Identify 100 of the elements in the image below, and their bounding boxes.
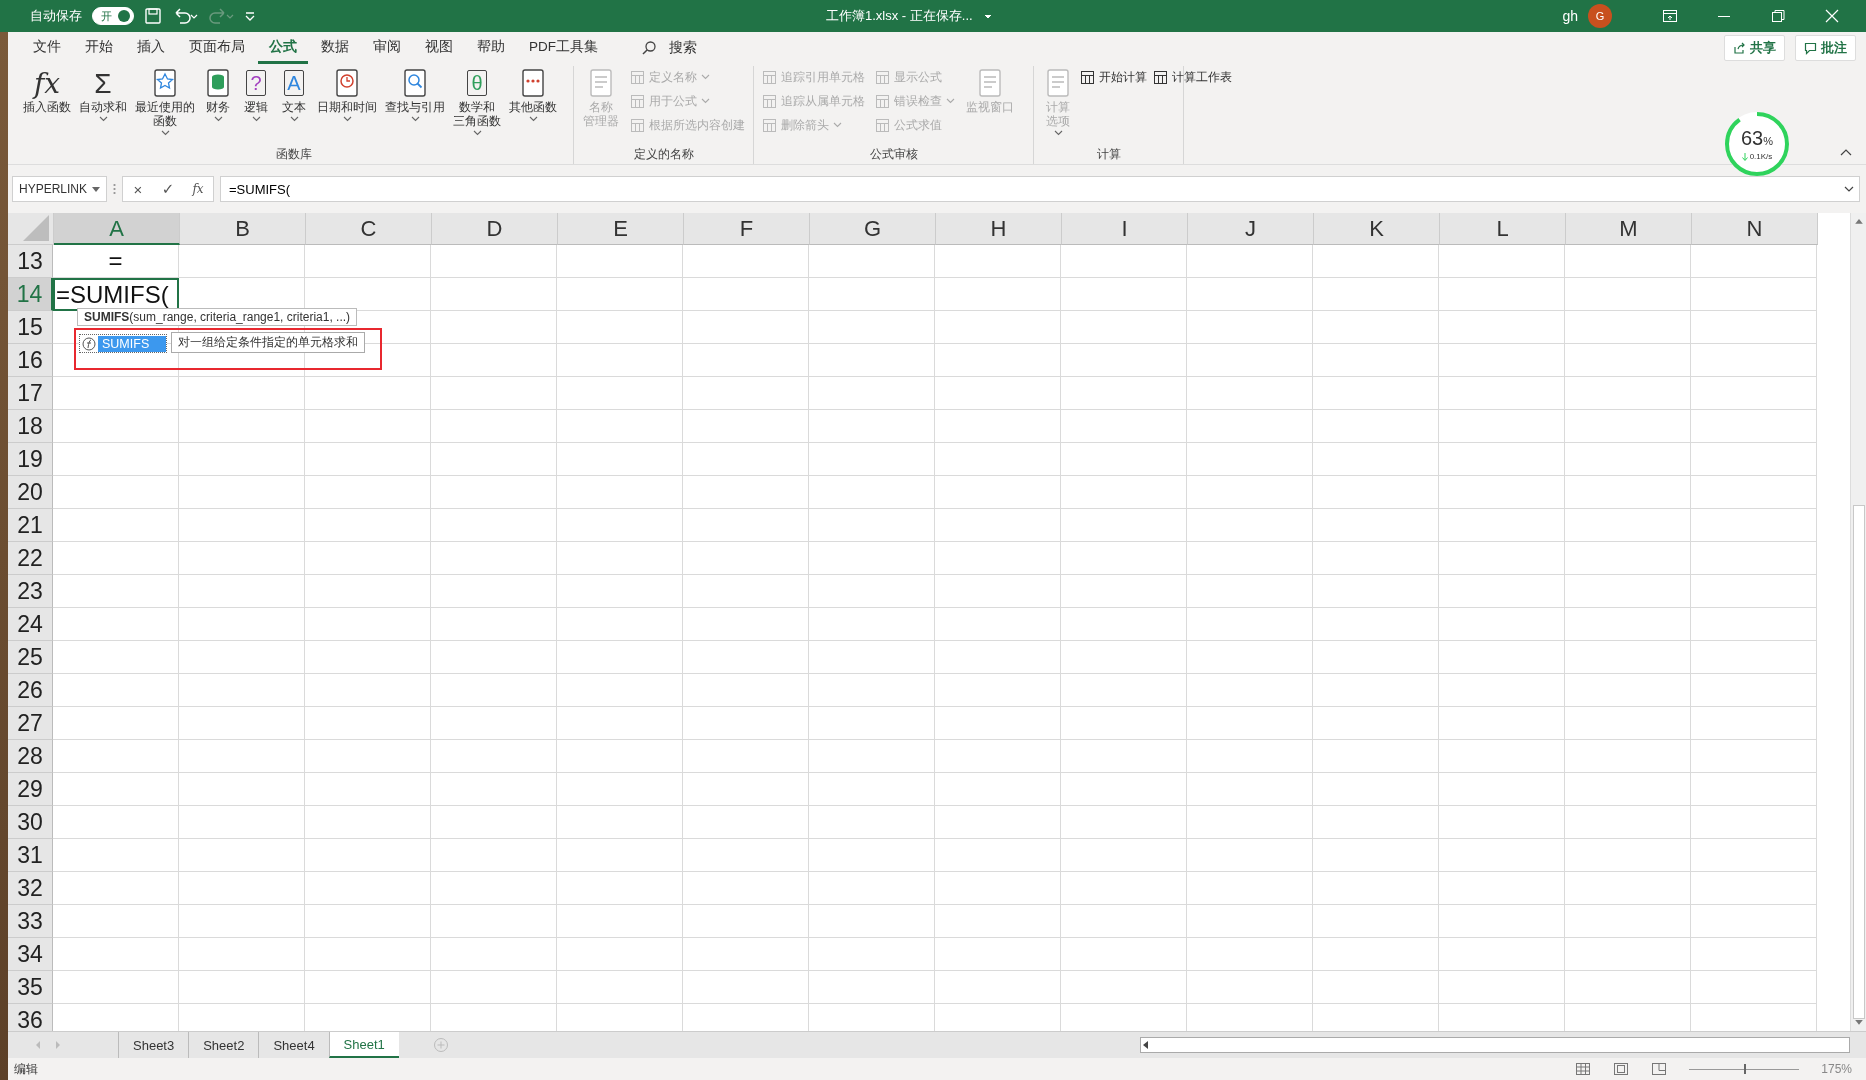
grid-cell[interactable]	[305, 410, 431, 443]
grid-cell[interactable]	[683, 806, 809, 839]
grid-cell[interactable]	[53, 509, 179, 542]
grid-cell[interactable]	[1187, 938, 1313, 971]
menu-tab[interactable]: 审阅	[362, 32, 412, 64]
page-break-icon[interactable]	[1651, 1062, 1668, 1076]
grid-cell[interactable]	[305, 905, 431, 938]
grid-cell[interactable]	[683, 278, 809, 311]
grid-cell[interactable]	[179, 674, 305, 707]
grid-cell[interactable]	[809, 905, 935, 938]
grid-cell[interactable]	[935, 971, 1061, 1004]
grid-cell[interactable]	[1691, 872, 1817, 905]
grid-cell[interactable]	[1061, 278, 1187, 311]
grid-cell[interactable]	[1313, 278, 1439, 311]
grid-cell[interactable]	[557, 773, 683, 806]
grid-cell[interactable]	[1691, 575, 1817, 608]
grid-cell[interactable]	[1439, 905, 1565, 938]
grid-cell[interactable]	[179, 509, 305, 542]
grid-cell[interactable]	[305, 971, 431, 1004]
normal-view-icon[interactable]	[1575, 1062, 1592, 1076]
grid-cell[interactable]	[1187, 905, 1313, 938]
grid-cell[interactable]	[1187, 245, 1313, 278]
grid-cell[interactable]	[1061, 509, 1187, 542]
grid-cell[interactable]	[1313, 443, 1439, 476]
grid-cell[interactable]	[1691, 839, 1817, 872]
grid-cell[interactable]	[1313, 542, 1439, 575]
column-header[interactable]: M	[1566, 213, 1692, 245]
close-icon[interactable]	[1824, 8, 1840, 24]
row-header[interactable]: 17	[8, 377, 53, 410]
grid-cell[interactable]	[809, 476, 935, 509]
grid-cell[interactable]	[1313, 740, 1439, 773]
save-icon[interactable]	[144, 7, 162, 25]
menu-tab[interactable]: 页面布局	[178, 32, 256, 64]
grid-cell[interactable]	[1565, 443, 1691, 476]
ribbon-button[interactable]: 查找与引用	[382, 66, 448, 124]
menu-tab[interactable]: 插入	[126, 32, 176, 64]
grid-cell[interactable]	[1187, 740, 1313, 773]
menu-tab[interactable]: PDF工具集	[518, 32, 609, 64]
grid-cell[interactable]	[1313, 971, 1439, 1004]
grid-cell[interactable]	[809, 245, 935, 278]
grid-cell[interactable]	[809, 377, 935, 410]
row-header[interactable]: 32	[8, 872, 53, 905]
grid-cell[interactable]	[935, 344, 1061, 377]
grid-cell[interactable]	[431, 938, 557, 971]
grid-cell[interactable]	[1187, 278, 1313, 311]
grid-cell[interactable]	[1313, 938, 1439, 971]
scrollbar-thumb[interactable]	[1852, 504, 1865, 1020]
grid-cell[interactable]	[1061, 806, 1187, 839]
grid-cell[interactable]	[935, 839, 1061, 872]
grid-cell[interactable]	[431, 476, 557, 509]
menu-tab[interactable]: 视图	[414, 32, 464, 64]
ribbon-button[interactable]: ? 逻辑	[238, 66, 274, 124]
grid-cell[interactable]	[935, 311, 1061, 344]
sheet-tab[interactable]: Sheet2	[188, 1032, 259, 1058]
grid-cell[interactable]	[1565, 476, 1691, 509]
grid-cell[interactable]	[1691, 938, 1817, 971]
grid-cell[interactable]	[1691, 410, 1817, 443]
grid-cell[interactable]	[935, 608, 1061, 641]
grid-cell[interactable]	[1061, 872, 1187, 905]
row-header[interactable]: 15	[8, 311, 53, 344]
grid-cell[interactable]	[431, 410, 557, 443]
grid-cell[interactable]	[557, 872, 683, 905]
grid-cell[interactable]	[431, 344, 557, 377]
grid-cell[interactable]	[935, 773, 1061, 806]
grid-cell[interactable]	[305, 740, 431, 773]
grid-cell[interactable]	[1313, 608, 1439, 641]
grid-cell[interactable]	[179, 377, 305, 410]
grid-cell[interactable]	[1691, 344, 1817, 377]
row-header[interactable]: 36	[8, 1004, 53, 1031]
grid-cell[interactable]	[1565, 674, 1691, 707]
grid-cell[interactable]	[179, 608, 305, 641]
grid-cell[interactable]	[683, 773, 809, 806]
grid-cell[interactable]	[557, 641, 683, 674]
row-header[interactable]: 13	[8, 245, 53, 278]
grid-cell[interactable]	[1187, 806, 1313, 839]
grid-cell[interactable]	[557, 377, 683, 410]
column-header[interactable]: B	[180, 213, 306, 245]
grid-cell[interactable]	[1439, 575, 1565, 608]
grid-cell[interactable]	[53, 872, 179, 905]
sheet-tab[interactable]: Sheet3	[118, 1032, 189, 1058]
header-button[interactable]: 共享	[1724, 35, 1785, 61]
grid-cell[interactable]	[683, 971, 809, 1004]
grid-cell[interactable]	[431, 971, 557, 1004]
grid-cell[interactable]	[683, 377, 809, 410]
grid-cell[interactable]	[1187, 509, 1313, 542]
grid-cell[interactable]	[53, 839, 179, 872]
grid-cell[interactable]	[305, 377, 431, 410]
row-header[interactable]: 23	[8, 575, 53, 608]
grid-cell[interactable]	[935, 806, 1061, 839]
grid-cell[interactable]	[1565, 575, 1691, 608]
grid-cell[interactable]	[809, 839, 935, 872]
grid-cell[interactable]	[53, 641, 179, 674]
grid-cell[interactable]	[809, 641, 935, 674]
grid-cell[interactable]	[1313, 410, 1439, 443]
grid-cell[interactable]	[1187, 344, 1313, 377]
column-header[interactable]: G	[810, 213, 936, 245]
grid-cell[interactable]	[935, 674, 1061, 707]
grid-cell[interactable]	[935, 872, 1061, 905]
grid-cell[interactable]	[809, 608, 935, 641]
grid-cell[interactable]	[809, 410, 935, 443]
